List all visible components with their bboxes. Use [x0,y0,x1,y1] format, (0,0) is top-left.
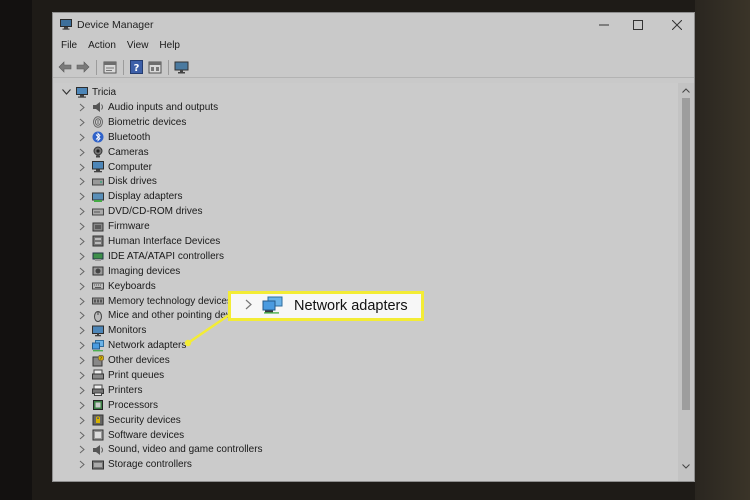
network-adapters-callout: Network adapters [228,291,424,321]
callout-connector [184,311,233,347]
callout-label: Network adapters [294,298,408,314]
network-adapter-icon [262,296,284,317]
chevron-right-icon [245,299,252,313]
